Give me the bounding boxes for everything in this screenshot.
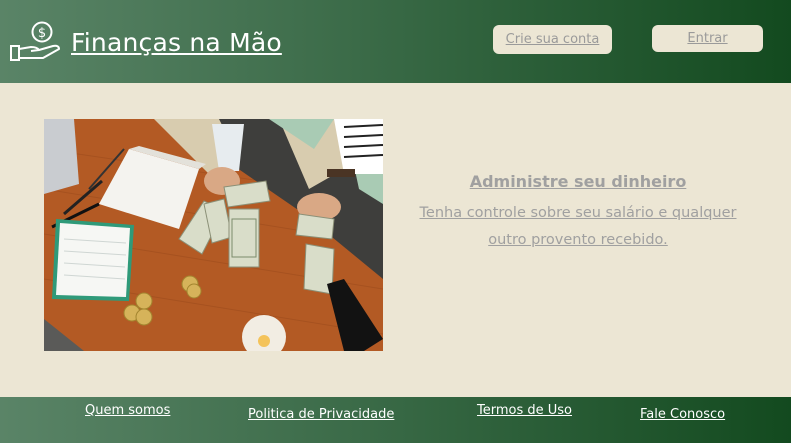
hand-money-icon: $ [10,21,60,61]
brand-title[interactable]: Finanças na Mão [71,28,282,57]
hero-photo [44,119,383,351]
signup-button[interactable]: Crie sua conta [493,25,612,54]
login-button[interactable]: Entrar [652,25,763,52]
header: $ Finanças na Mão Crie sua conta Entrar [0,0,791,83]
svg-text:$: $ [38,26,46,41]
footer: Quem somos Politica de Privacidade Termo… [0,397,791,443]
footer-link-about[interactable]: Quem somos [85,403,170,418]
footer-link-contact[interactable]: Fale Conosco [640,407,725,422]
footer-link-privacy[interactable]: Politica de Privacidade [248,407,394,422]
hero-description[interactable]: Tenha controle sobre seu salário e qualq… [400,200,756,254]
footer-link-terms[interactable]: Termos de Uso [477,403,572,418]
hero-title[interactable]: Administre seu dinheiro [408,172,748,191]
